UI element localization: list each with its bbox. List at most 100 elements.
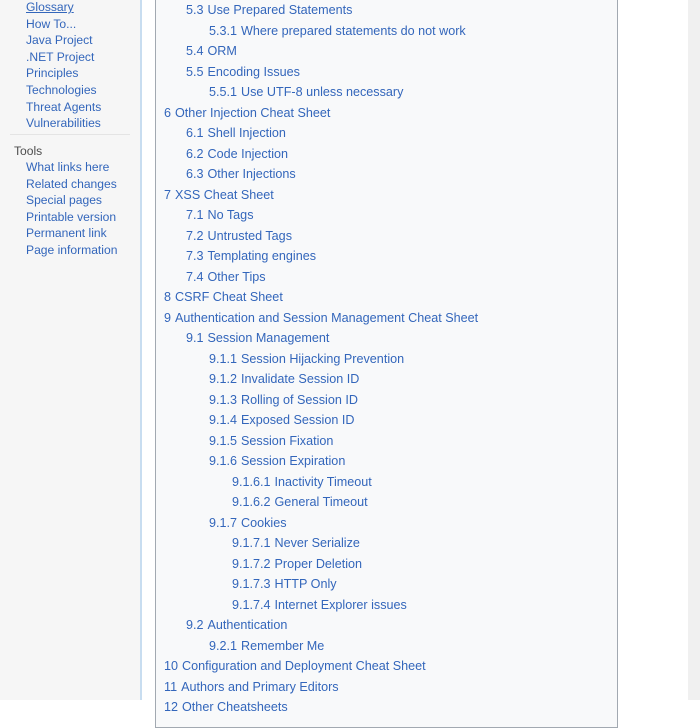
sidebar-nav-link-principles[interactable]: Principles xyxy=(0,65,141,82)
toc-link-11[interactable]: 11 Authors and Primary Editors xyxy=(164,680,339,694)
sidebar-nav-link-threat-agents[interactable]: Threat Agents xyxy=(0,99,141,116)
toc-link-6[interactable]: 6 Other Injection Cheat Sheet xyxy=(164,106,330,120)
toc-link-5-4[interactable]: 5.4 ORM xyxy=(186,44,237,58)
toc-entry-text: Authentication and Session Management Ch… xyxy=(175,310,479,325)
toc-link-9-1-6-1[interactable]: 9.1.6.1 Inactivity Timeout xyxy=(232,475,372,489)
toc-entry: 9.1.7 Cookies xyxy=(156,513,617,534)
toc-entry-number: 9.1.6 xyxy=(209,454,238,468)
toc-entry-number: 6.1 xyxy=(186,126,204,140)
toc-link-9-1-7-3[interactable]: 9.1.7.3 HTTP Only xyxy=(232,577,337,591)
sidebar-nav-item: Glossary xyxy=(0,0,141,16)
sidebar-nav-link-technologies[interactable]: Technologies xyxy=(0,82,141,99)
toc-entry-number: 11 xyxy=(164,679,178,694)
toc-entry-text: Where prepared statements do not work xyxy=(241,23,466,38)
sidebar-nav-link-how-to[interactable]: How To... xyxy=(0,16,141,33)
toc-entry-number: 8 xyxy=(164,290,172,304)
toc-link-10[interactable]: 10 Configuration and Deployment Cheat She… xyxy=(164,659,426,673)
toc-entry-number: 9.1.3 xyxy=(209,392,238,407)
sidebar-tools-link-printable-version[interactable]: Printable version xyxy=(0,209,141,226)
toc-link-9-1-3[interactable]: 9.1.3 Rolling of Session ID xyxy=(209,393,358,407)
sidebar-navigation-list: Glossary How To... Java Project .NET Projec… xyxy=(0,0,141,132)
toc-entry-number: 9.1.7.4 xyxy=(232,597,271,612)
toc-link-8[interactable]: 8 CSRF Cheat Sheet xyxy=(164,290,283,304)
toc-entry: 8 CSRF Cheat Sheet xyxy=(156,287,617,308)
toc-entry-text: Authentication xyxy=(207,618,288,632)
toc-link-9-2-1[interactable]: 9.2.1 Remember Me xyxy=(209,639,324,653)
toc-entry: 6.1 Shell Injection xyxy=(156,123,617,144)
toc-entry: 5.3.1 Where prepared statements do not wo… xyxy=(156,21,617,42)
toc-entry-text: Encoding Issues xyxy=(207,64,300,79)
toc-entry-text: Use UTF-8 unless necessary xyxy=(241,85,404,99)
toc-link-9-1[interactable]: 9.1 Session Management xyxy=(186,331,329,345)
toc-entry-number: 5.4 xyxy=(186,44,204,58)
sidebar-tools-link-permanent-link[interactable]: Permanent link xyxy=(0,225,141,242)
toc-link-9-1-6-2[interactable]: 9.1.6.2 General Timeout xyxy=(232,495,368,509)
toc-entry-text: Shell Injection xyxy=(207,126,286,140)
sidebar-tools-item: Related changes xyxy=(0,176,141,193)
toc-link-9-1-5[interactable]: 9.1.5 Session Fixation xyxy=(209,434,333,448)
toc-entry-text: Use Prepared Statements xyxy=(207,3,353,17)
toc-link-5-3-1[interactable]: 5.3.1 Where prepared statements do not wo… xyxy=(209,24,466,38)
page-root: Glossary How To... Java Project .NET Projec… xyxy=(0,0,700,728)
toc-link-7-1[interactable]: 7.1 No Tags xyxy=(186,208,254,222)
toc-link-7[interactable]: 7 XSS Cheat Sheet xyxy=(164,188,274,202)
sidebar-nav-item: Threat Agents xyxy=(0,99,141,116)
toc-entry: 7 XSS Cheat Sheet xyxy=(156,185,617,206)
toc-entry: 9.1.6.2 General Timeout xyxy=(156,492,617,513)
toc-entry: 7.1 No Tags xyxy=(156,205,617,226)
sidebar-tools-link-special-pages[interactable]: Special pages xyxy=(0,192,141,209)
table-of-contents: 5.3 Use Prepared Statements 5.3.1 Where pre… xyxy=(155,0,618,728)
toc-link-7-3[interactable]: 7.3 Templating engines xyxy=(186,249,316,263)
toc-entry-text: Session Expiration xyxy=(241,454,346,468)
toc-link-12[interactable]: 12 Other Cheatsheets xyxy=(164,700,288,714)
toc-entry-number: 9.1.6.1 xyxy=(232,474,271,489)
sidebar-nav-link-java-project[interactable]: Java Project xyxy=(0,32,141,49)
toc-entry-text: Never Serialize xyxy=(274,536,360,550)
toc-link-9-1-1[interactable]: 9.1.1 Session Hijacking Prevention xyxy=(209,352,404,366)
toc-link-6-1[interactable]: 6.1 Shell Injection xyxy=(186,126,286,140)
toc-entry: 5.3 Use Prepared Statements xyxy=(156,0,617,21)
toc-entry-text: Session Management xyxy=(207,331,330,345)
toc-entry: 6.2 Code Injection xyxy=(156,144,617,165)
toc-link-9-1-7-2[interactable]: 9.1.7.2 Proper Deletion xyxy=(232,557,362,571)
sidebar-nav-link-net-project[interactable]: .NET Project xyxy=(0,49,141,66)
toc-entry-number: 9.1.6.2 xyxy=(232,495,271,509)
toc-link-5-5-1[interactable]: 5.5.1 Use UTF-8 unless necessary xyxy=(209,85,403,99)
toc-link-9-1-7[interactable]: 9.1.7 Cookies xyxy=(209,516,287,530)
sidebar-tools-link-related-changes[interactable]: Related changes xyxy=(0,176,141,193)
toc-link-9-1-7-4[interactable]: 9.1.7.4 Internet Explorer issues xyxy=(232,598,407,612)
toc-entry-number: 9.1.7.1 xyxy=(232,536,271,550)
toc-entry-text: Session Fixation xyxy=(241,433,334,448)
toc-link-9-1-4[interactable]: 9.1.4 Exposed Session ID xyxy=(209,413,354,427)
toc-entry: 11 Authors and Primary Editors xyxy=(156,677,617,698)
toc-link-6-3[interactable]: 6.3 Other Injections xyxy=(186,167,296,181)
sidebar-nav-link-vulnerabilities[interactable]: Vulnerabilities xyxy=(0,115,141,132)
sidebar-nav-link-glossary[interactable]: Glossary xyxy=(0,0,141,16)
toc-entry-text: Templating engines xyxy=(207,249,317,263)
toc-entry: 10 Configuration and Deployment Cheat She… xyxy=(156,656,617,677)
sidebar-nav-item: Technologies xyxy=(0,82,141,99)
toc-link-9-1-2[interactable]: 9.1.2 Invalidate Session ID xyxy=(209,372,359,386)
toc-link-6-2[interactable]: 6.2 Code Injection xyxy=(186,147,288,161)
toc-entry-text: Cookies xyxy=(241,515,287,530)
toc-link-7-2[interactable]: 7.2 Untrusted Tags xyxy=(186,229,292,243)
toc-link-9-1-7-1[interactable]: 9.1.7.1 Never Serialize xyxy=(232,536,360,550)
toc-link-9-2[interactable]: 9.2 Authentication xyxy=(186,618,287,632)
toc-entry-text: HTTP Only xyxy=(274,577,337,591)
toc-entry-number: 7.1 xyxy=(186,208,204,222)
toc-link-9[interactable]: 9 Authentication and Session Management C… xyxy=(164,311,478,325)
toc-link-5-3[interactable]: 5.3 Use Prepared Statements xyxy=(186,3,352,17)
sidebar-tools-link-what-links-here[interactable]: What links here xyxy=(0,159,141,176)
toc-entry-text: Remember Me xyxy=(241,638,325,653)
toc-entry: 6.3 Other Injections xyxy=(156,164,617,185)
toc-entry: 9.1.2 Invalidate Session ID xyxy=(156,369,617,390)
toc-link-5-5[interactable]: 5.5 Encoding Issues xyxy=(186,65,300,79)
sidebar-tools-link-page-information[interactable]: Page information xyxy=(0,242,141,259)
sidebar-nav-item: How To... xyxy=(0,16,141,33)
toc-link-9-1-6[interactable]: 9.1.6 Session Expiration xyxy=(209,454,345,468)
toc-entry: 9.1.7.1 Never Serialize xyxy=(156,533,617,554)
toc-entry-text: Code Injection xyxy=(207,146,289,161)
toc-link-7-4[interactable]: 7.4 Other Tips xyxy=(186,270,266,284)
toc-entry-text: Untrusted Tags xyxy=(207,228,292,243)
toc-entry-text: Other Cheatsheets xyxy=(182,700,288,714)
